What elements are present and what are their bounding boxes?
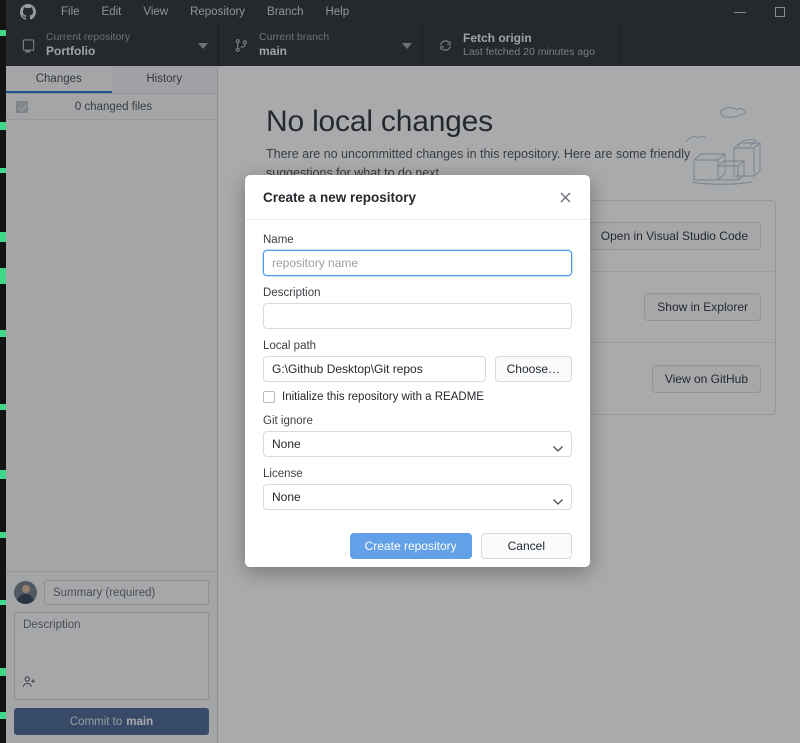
- dialog-title: Create a new repository: [263, 189, 417, 205]
- create-repository-dialog: Create a new repository Name repository …: [245, 175, 590, 567]
- chevron-down-icon: [553, 494, 563, 508]
- dialog-footer: Create repository Cancel: [245, 521, 590, 567]
- gitignore-value: None: [272, 437, 301, 451]
- description-label: Description: [263, 287, 321, 299]
- desktop-edge-strip: [0, 0, 6, 743]
- dialog-body: Name repository name Description Local p…: [245, 220, 590, 521]
- license-value: None: [272, 490, 301, 504]
- readme-checkbox-label: Initialize this repository with a README: [282, 391, 484, 403]
- dialog-header: Create a new repository: [245, 175, 590, 220]
- local-path-row: G:\Github Desktop\Git repos Choose…: [263, 356, 572, 382]
- description-input[interactable]: [263, 303, 572, 329]
- name-label: Name: [263, 234, 294, 246]
- cancel-button[interactable]: Cancel: [480, 533, 572, 559]
- local-path-input[interactable]: G:\Github Desktop\Git repos: [263, 356, 486, 382]
- readme-checkbox-row[interactable]: Initialize this repository with a README: [263, 391, 572, 403]
- choose-path-button[interactable]: Choose…: [494, 356, 572, 382]
- name-input[interactable]: repository name: [263, 250, 572, 276]
- chevron-down-icon: [553, 441, 563, 455]
- license-label: License: [263, 468, 303, 480]
- license-select[interactable]: None: [263, 484, 572, 510]
- gitignore-label: Git ignore: [263, 415, 313, 427]
- github-desktop-window: File Edit View Repository Branch Help Cu…: [0, 0, 800, 743]
- gitignore-select[interactable]: None: [263, 431, 572, 457]
- local-path-label: Local path: [263, 340, 317, 352]
- close-icon[interactable]: [554, 186, 576, 208]
- readme-checkbox[interactable]: [263, 391, 275, 403]
- create-repository-button[interactable]: Create repository: [349, 533, 472, 559]
